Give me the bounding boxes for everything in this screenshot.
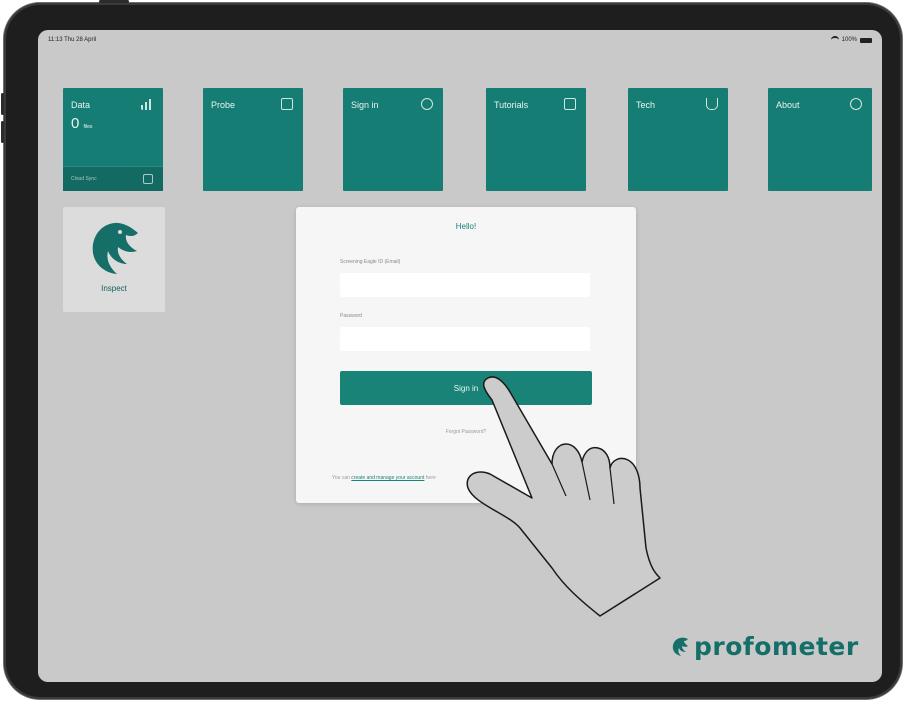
password-field[interactable] [340,327,590,351]
cloud-sync-label: Cloud Sync [71,176,97,182]
status-right: 100% [830,36,872,44]
brand-name: profometer [694,632,859,661]
tile-tutorials[interactable]: Tutorials [486,88,586,191]
cloud-sync-strip[interactable]: Cloud Sync [63,166,163,191]
status-time: 11:13 Thu 28 April [48,37,97,43]
brand-logo: profometer [671,632,859,661]
eagle-logo-icon [92,222,138,274]
dialog-title: Hello! [455,222,477,231]
inspect-app-tile[interactable]: Inspect [63,207,165,312]
tile-sign-in[interactable]: Sign in [343,88,443,191]
volume-down-button [1,121,4,143]
tile-about-label: About [776,100,800,110]
pointing-hand-icon [466,376,661,617]
create-account-link[interactable]: create and manage your account [351,475,424,481]
email-field[interactable] [340,273,590,297]
tile-sign-in-label: Sign in [351,100,379,110]
data-count-unit: files [83,124,93,130]
password-label: Password [340,313,362,319]
tile-probe[interactable]: Probe [203,88,303,191]
play-copy-icon [564,98,576,110]
wifi-icon [830,36,839,44]
inspect-label: Inspect [101,284,127,293]
cloud-sync-icon [143,174,153,184]
battery-percent: 100% [841,37,857,43]
data-count-value: 0 [71,115,80,132]
tile-tech-label: Tech [636,100,656,110]
battery-icon [860,37,872,43]
bar-chart-icon [141,98,153,110]
probe-icon [281,98,293,110]
tile-data-label: Data [71,100,91,110]
volume-up-button [1,93,4,115]
power-button [99,0,129,3]
create-account-line: You can create and manage your account h… [332,475,436,481]
tile-about[interactable]: About [768,88,872,191]
tile-probe-label: Probe [211,100,236,110]
cup-icon [706,98,718,110]
create-prefix: You can [332,475,350,481]
data-count: 0 files [71,115,92,132]
tile-tech[interactable]: Tech [628,88,728,191]
email-label: Screening Eagle ID (Email) [340,259,401,265]
status-bar: 11:13 Thu 28 April 100% [38,30,882,52]
tile-tutorials-label: Tutorials [494,100,529,110]
user-circle-icon [421,98,433,110]
info-icon [850,98,862,110]
create-suffix: here [425,475,436,481]
tile-data[interactable]: Data 0 files Cloud Sync [63,88,163,191]
